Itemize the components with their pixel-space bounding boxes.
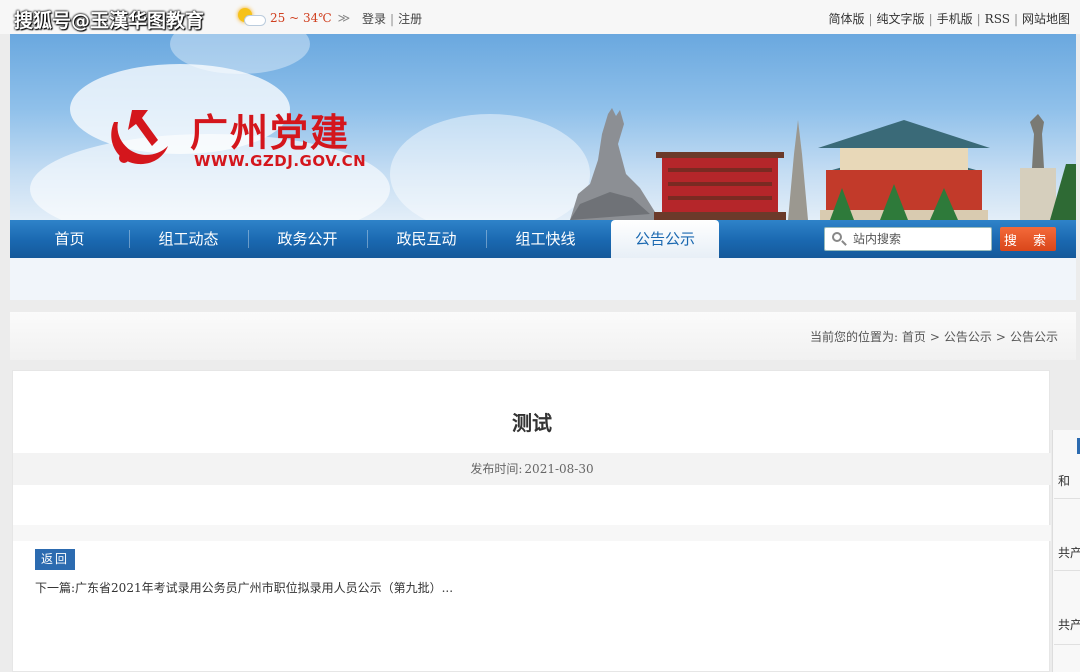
account-links: 登录 | 注册	[362, 12, 423, 26]
site-url: WWW.GZDJ.GOV.CN	[194, 152, 367, 170]
weather-temperature: 25 ~ 34℃	[270, 11, 332, 25]
register-link[interactable]: 注册	[398, 12, 422, 26]
breadcrumb: 当前您的位置为: 首页 > 公告公示 > 公告公示	[809, 330, 1058, 344]
side-item-3[interactable]: 共产	[1058, 616, 1080, 633]
next-article-title[interactable]: 广东省2021年考试录用公务员广州市职位拟录用人员公示（第九批）...	[75, 581, 453, 595]
side-item-1[interactable]: 和	[1058, 472, 1070, 489]
publish-date: 2021-08-30	[524, 462, 594, 476]
site-banner: 广州党建 WWW.GZDJ.GOV.CN	[10, 34, 1076, 220]
search-icon	[831, 231, 847, 247]
sitemap-link[interactable]: 网站地图	[1022, 12, 1070, 26]
search-box[interactable]	[824, 227, 992, 251]
guangzhou-landmarks-illustration	[570, 108, 1076, 220]
publish-label: 发布时间:	[470, 462, 523, 476]
nav-org-news[interactable]: 组工动态	[129, 220, 248, 258]
text-version-link[interactable]: 纯文字版	[877, 12, 925, 26]
search-button[interactable]: 搜 索	[1000, 227, 1056, 251]
next-article-label: 下一篇:	[35, 581, 76, 595]
breadcrumb-current[interactable]: 公告公示	[1010, 330, 1058, 344]
side-item-2[interactable]: 共产	[1058, 544, 1080, 561]
weather-widget: 25 ~ 34℃ ≫	[236, 8, 350, 28]
nav-government-affairs[interactable]: 政务公开	[248, 220, 367, 258]
party-emblem-icon[interactable]	[102, 100, 172, 170]
back-button[interactable]: 返回	[35, 549, 76, 570]
breadcrumb-home[interactable]: 首页	[902, 330, 926, 344]
search-input[interactable]	[853, 232, 983, 246]
next-article-link[interactable]: 下一篇:广东省2021年考试录用公务员广州市职位拟录用人员公示（第九批）...	[35, 579, 453, 596]
rss-link[interactable]: RSS	[985, 12, 1010, 26]
nav-home[interactable]: 首页	[10, 220, 129, 258]
mobile-version-link[interactable]: 手机版	[937, 12, 973, 26]
breadcrumb-prefix: 当前您的位置为:	[809, 330, 898, 344]
nav-express-line[interactable]: 组工快线	[486, 220, 605, 258]
partly-sunny-icon	[236, 8, 266, 28]
weather-more-icon[interactable]: ≫	[338, 11, 351, 25]
nav-public-interaction[interactable]: 政民互动	[367, 220, 486, 258]
article-title: 测试	[512, 411, 552, 435]
article-body	[13, 525, 1051, 541]
login-link[interactable]: 登录	[362, 12, 386, 26]
sub-nav-strip	[10, 258, 1076, 300]
site-links: 简体版 | 纯文字版 | 手机版 | RSS | 网站地图	[828, 12, 1070, 26]
watermark-text: 搜狐号@玉漢华图教育	[14, 10, 205, 32]
main-nav: 首页 组工动态 政务公开 政民互动 组工快线 公告公示 搜 索	[10, 220, 1076, 260]
breadcrumb-announcements[interactable]: 公告公示	[944, 330, 992, 344]
site-title[interactable]: 广州党建	[190, 102, 350, 157]
article-meta: 发布时间: 2021-08-30	[13, 453, 1051, 485]
nav-announcements[interactable]: 公告公示	[611, 220, 719, 260]
article-panel: 测试 发布时间: 2021-08-30 返回 下一篇:广东省2021年考试录用公务…	[12, 370, 1051, 672]
simplified-version-link[interactable]: 简体版	[828, 12, 864, 26]
